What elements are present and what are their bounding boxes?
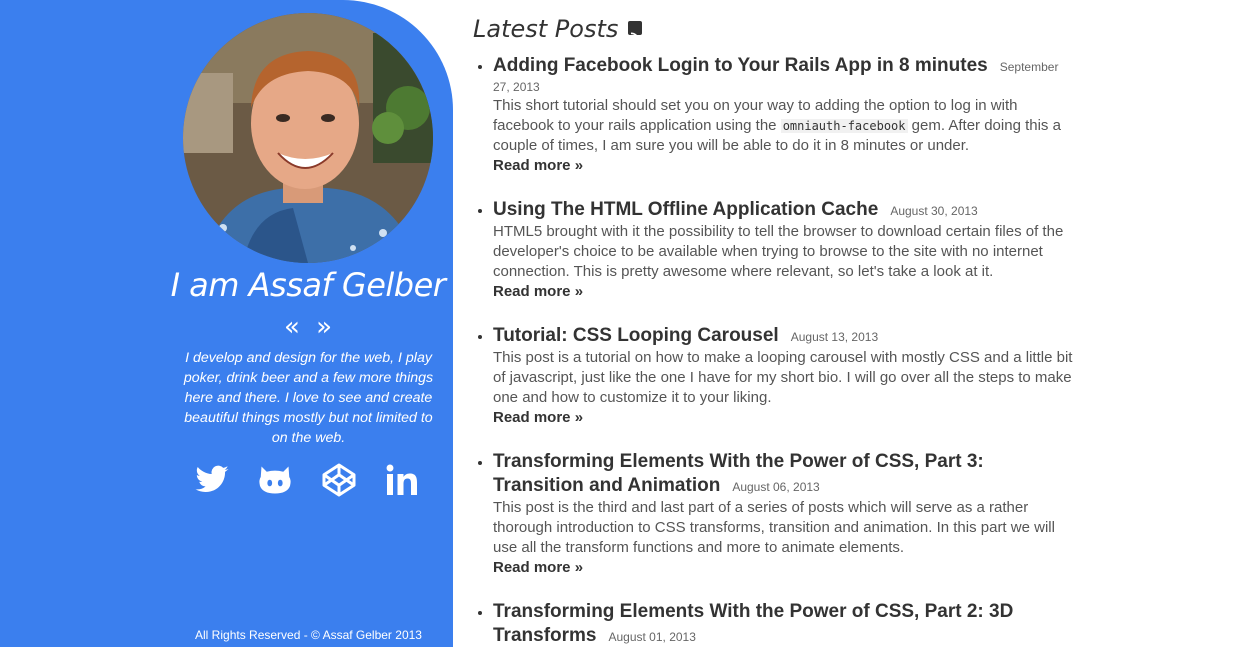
read-more-link[interactable]: Read more » [493,558,583,578]
sidebar: I am Assaf Gelber « » I develop and desi… [0,0,453,647]
latest-posts-title: Latest Posts [473,15,619,43]
post-item: Transforming Elements With the Power of … [493,600,1073,648]
post-title-link[interactable]: Using The HTML Offline Application Cache [493,199,878,220]
post-title-link[interactable]: Transforming Elements With the Power of … [493,601,1013,646]
prev-arrow-button[interactable]: « [284,312,300,342]
codepen-icon [322,463,356,497]
inline-code: omniauth-facebook [780,119,908,133]
post-title-link[interactable]: Tutorial: CSS Looping Carousel [493,325,779,346]
rss-icon [630,32,640,42]
read-more-link[interactable]: Read more » [493,408,583,428]
twitter-icon [195,465,229,493]
bio-text: I develop and design for the web, I play… [183,350,434,446]
post-item: Tutorial: CSS Looping Carousel August 13,… [493,324,1073,428]
copyright-footer: All Rights Reserved - © Assaf Gelber 201… [195,628,422,642]
post-date: August 06, 2013 [732,480,820,494]
twitter-link[interactable] [193,462,233,502]
read-more-link[interactable]: Read more » [493,282,583,302]
profile-name: I am Assaf Gelber [170,266,446,304]
social-links [188,462,433,502]
post-item: Transforming Elements With the Power of … [493,450,1073,578]
post-date: August 30, 2013 [890,204,978,218]
post-list: Adding Facebook Login to Your Rails App … [473,54,1073,648]
profile-photo [183,13,433,263]
linkedin-link[interactable] [383,462,423,502]
post-excerpt: This short tutorial should set you on yo… [493,96,1073,156]
post-item: Using The HTML Offline Application Cache… [493,198,1073,302]
github-icon [259,466,291,494]
post-date: August 13, 2013 [790,330,879,344]
post-excerpt: This post is the third and last part of … [493,499,1055,556]
codepen-link[interactable] [320,462,360,502]
post-title-link[interactable]: Adding Facebook Login to Your Rails App … [493,55,988,76]
bio-carousel-controls: « » [260,312,356,342]
avatar [183,13,433,263]
main-content: Latest Posts Adding Facebook Login to Yo… [473,14,1073,670]
github-link[interactable] [256,462,296,502]
post-item: Adding Facebook Login to Your Rails App … [493,54,1073,176]
linkedin-icon [386,464,417,495]
rss-feed-link[interactable] [628,21,643,42]
post-excerpt: This post is a tutorial on how to make a… [493,349,1073,406]
post-excerpt: HTML5 brought with it the possibility to… [493,223,1064,280]
latest-posts-heading: Latest Posts [473,14,1073,44]
post-date: August 01, 2013 [608,630,696,644]
next-arrow-button[interactable]: » [316,312,332,342]
read-more-link[interactable]: Read more » [493,156,583,176]
